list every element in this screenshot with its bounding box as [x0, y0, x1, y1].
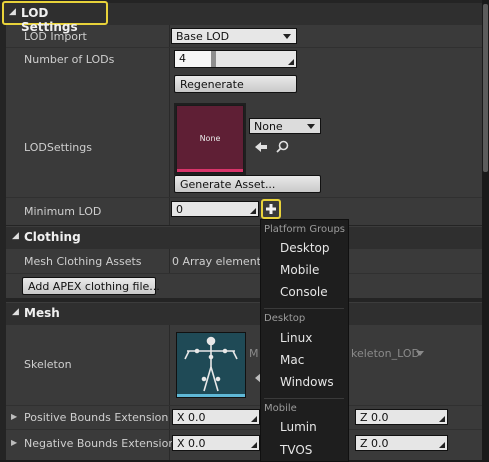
generate-asset-button[interactable]: Generate Asset...	[174, 175, 321, 193]
lod-settings-asset-combo[interactable]: None	[249, 118, 321, 134]
menu-item-lumin[interactable]: Lumin	[280, 420, 317, 434]
mesh-header[interactable]: ◢ Mesh	[6, 302, 482, 325]
resize-grip-icon	[250, 208, 256, 214]
menu-item-mobile[interactable]: Mobile	[280, 263, 319, 277]
regenerate-button[interactable]: Regenerate	[174, 75, 297, 93]
resize-grip-icon	[439, 416, 445, 422]
menu-separator	[264, 308, 344, 309]
menu-group-header: Mobile	[264, 403, 297, 414]
lod-import-combo[interactable]: Base LOD	[171, 28, 297, 44]
menu-item-desktop[interactable]: Desktop	[280, 241, 330, 255]
negative-bounds-z-field[interactable]: Z 0.0	[355, 435, 448, 451]
skeleton-thumbnail[interactable]	[176, 332, 246, 398]
chevron-down-icon	[283, 34, 291, 39]
menu-item-console[interactable]: Console	[280, 285, 328, 299]
browse-search-icon[interactable]	[276, 140, 289, 153]
platform-dropdown-menu: Platform Groups Desktop Mobile Console D…	[260, 219, 349, 462]
menu-group-header: Platform Groups	[264, 224, 346, 235]
resize-grip-icon	[251, 442, 257, 448]
use-selected-arrow-icon[interactable]	[254, 141, 268, 153]
section-title: Clothing	[24, 230, 81, 244]
add-platform-override-button[interactable]	[261, 199, 281, 219]
scrollbar-thumb[interactable]	[483, 4, 488, 172]
minimum-lod-row: Minimum LOD 0	[6, 198, 482, 224]
resize-grip-icon	[439, 442, 445, 448]
skeleton-figure-icon	[184, 336, 238, 392]
negative-bounds-x-field[interactable]: X 0.0	[172, 435, 260, 451]
menu-item-windows[interactable]: Windows	[280, 375, 334, 389]
asset-thumbnail[interactable]: None	[176, 105, 244, 173]
num-lods-slider[interactable]: 4	[174, 50, 297, 68]
lod-settings-body: LOD Import Base LOD Number of LODs 4 Reg…	[6, 25, 482, 225]
lod-settings-label: LODSettings	[24, 141, 92, 154]
details-panel: ◢ LOD Settings LOD Import Base LOD Numbe…	[0, 0, 482, 462]
resize-grip-icon	[288, 59, 294, 65]
expand-arrow-icon[interactable]: ▶	[11, 438, 17, 447]
minimum-lod-label: Minimum LOD	[24, 205, 102, 218]
minimum-lod-field[interactable]: 0	[171, 201, 259, 217]
mesh-body: Skeleton M keleton_LOD ▶ Positive Bounds…	[6, 325, 482, 460]
lod-settings-header[interactable]: ◢ LOD Settings	[2, 1, 108, 34]
skeleton-label: Skeleton	[24, 358, 72, 371]
chevron-down-icon	[416, 351, 424, 356]
clothing-header[interactable]: ◢ Clothing	[6, 226, 482, 249]
menu-separator	[264, 398, 344, 399]
collapse-arrow-icon: ◢	[9, 7, 16, 17]
vertical-scrollbar[interactable]	[482, 0, 489, 460]
collapse-arrow-icon: ◢	[12, 231, 19, 241]
positive-bounds-z-field[interactable]: Z 0.0	[355, 409, 448, 425]
skeleton-asset-combo[interactable]: keleton_LOD	[346, 345, 430, 361]
menu-group-header: Desktop	[264, 313, 306, 324]
section-title: Mesh	[24, 306, 60, 320]
skeleton-asset-prefix: M	[249, 347, 259, 360]
num-lods-row: Number of LODs 4	[6, 48, 482, 70]
chevron-down-icon	[307, 124, 315, 129]
mesh-clothing-assets-label: Mesh Clothing Assets	[24, 255, 142, 268]
plus-icon	[266, 204, 276, 214]
num-lods-label: Number of LODs	[24, 53, 115, 66]
positive-bounds-x-field[interactable]: X 0.0	[172, 409, 260, 425]
menu-item-mac[interactable]: Mac	[280, 353, 304, 367]
menu-item-linux[interactable]: Linux	[280, 331, 312, 345]
menu-item-tvos[interactable]: TVOS	[280, 443, 312, 457]
expand-arrow-icon[interactable]: ▶	[11, 412, 17, 421]
resize-grip-icon	[251, 416, 257, 422]
section-title: LOD Settings	[21, 6, 78, 34]
positive-bounds-label: Positive Bounds Extension	[24, 411, 169, 424]
array-elements-count: 0 Array elements	[172, 255, 267, 268]
negative-bounds-label: Negative Bounds Extension	[24, 437, 176, 450]
add-apex-clothing-button[interactable]: Add APEX clothing file...	[22, 277, 160, 295]
collapse-arrow-icon: ◢	[12, 307, 19, 317]
clothing-body: Mesh Clothing Assets 0 Array elements Ad…	[6, 249, 482, 298]
